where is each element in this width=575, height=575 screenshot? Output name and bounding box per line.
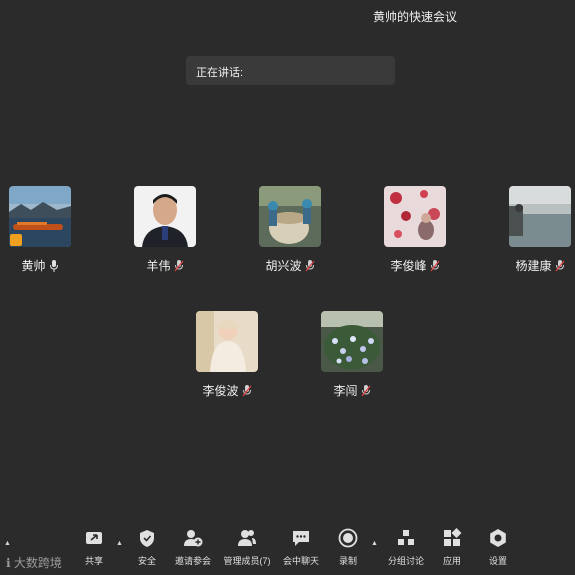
participant-tile[interactable]: 羊伟 bbox=[127, 186, 203, 274]
meeting-toolbar: ▲ 共享 ▲ 安全 邀请参会 管理成员(7) 会中聊天 录制 ▲ 分组讨论 应用… bbox=[0, 523, 575, 575]
avatar bbox=[196, 311, 258, 372]
manage-members-button[interactable]: 管理成员(7) bbox=[222, 527, 272, 567]
avatar bbox=[509, 186, 571, 247]
mic-muted-icon[interactable] bbox=[360, 384, 371, 397]
participant-name: 黄帅 bbox=[21, 259, 46, 273]
caret-up-icon[interactable]: ▲ bbox=[371, 540, 378, 547]
security-label: 安全 bbox=[137, 556, 156, 566]
caret-up-icon[interactable]: ▲ bbox=[116, 540, 123, 547]
breakout-label: 分组讨论 bbox=[387, 556, 424, 566]
watermark-logo-icon: ℹ bbox=[6, 556, 11, 570]
record-button[interactable]: 录制 bbox=[335, 527, 361, 567]
breakout-button[interactable]: 分组讨论 bbox=[387, 527, 425, 567]
mic-on-icon[interactable] bbox=[49, 259, 59, 272]
share-button[interactable]: 共享 bbox=[80, 527, 108, 567]
participant-tile[interactable]: 李俊峰 bbox=[377, 186, 453, 274]
chat-label: 会中聊天 bbox=[282, 556, 319, 566]
shield-icon bbox=[140, 530, 154, 547]
participant-tile[interactable]: 黄帅 bbox=[2, 186, 78, 274]
apps-label: 应用 bbox=[442, 556, 461, 566]
mic-muted-icon[interactable] bbox=[173, 259, 184, 272]
participant-tile[interactable]: 杨建康 bbox=[502, 186, 575, 274]
caret-up-icon[interactable]: ▲ bbox=[4, 540, 11, 547]
watermark-text: 大数跨境 bbox=[13, 556, 62, 570]
mic-muted-icon[interactable] bbox=[241, 384, 252, 397]
members-icon bbox=[238, 530, 256, 546]
add-user-icon bbox=[184, 530, 203, 547]
avatar bbox=[321, 311, 383, 372]
security-button[interactable]: 安全 bbox=[133, 527, 161, 567]
chat-icon bbox=[293, 531, 309, 546]
mic-muted-icon[interactable] bbox=[429, 259, 440, 272]
participant-tile[interactable]: 李俊波 bbox=[189, 311, 265, 399]
participant-tile[interactable]: 胡兴波 bbox=[252, 186, 328, 274]
meeting-title: 黄帅的快速会议 bbox=[372, 10, 457, 24]
record-icon bbox=[338, 528, 358, 548]
apps-icon bbox=[444, 528, 462, 546]
speaking-indicator: 正在讲话: bbox=[186, 56, 395, 85]
record-label: 录制 bbox=[338, 556, 357, 566]
settings-label: 设置 bbox=[488, 556, 507, 566]
participant-name: 李俊峰 bbox=[390, 259, 427, 273]
mic-muted-icon[interactable] bbox=[304, 259, 315, 272]
chat-button[interactable]: 会中聊天 bbox=[282, 527, 320, 567]
invite-button[interactable]: 邀请参会 bbox=[173, 527, 213, 567]
participant-name: 羊伟 bbox=[146, 259, 171, 273]
apps-button[interactable]: 应用 bbox=[440, 527, 464, 567]
share-icon bbox=[86, 532, 102, 544]
avatar bbox=[384, 186, 446, 247]
manage-members-label: 管理成员(7) bbox=[223, 556, 271, 566]
breakout-rooms-icon bbox=[398, 530, 414, 545]
watermark: ℹ 大数跨境 bbox=[6, 554, 62, 571]
host-badge-icon bbox=[10, 234, 22, 246]
invite-label: 邀请参会 bbox=[174, 556, 211, 566]
avatar bbox=[259, 186, 321, 247]
mic-muted-icon[interactable] bbox=[554, 259, 565, 272]
participant-name: 李俊波 bbox=[202, 384, 239, 398]
participant-name: 杨建康 bbox=[515, 259, 552, 273]
participant-name: 李闯 bbox=[333, 384, 358, 398]
avatar bbox=[9, 186, 71, 247]
avatar bbox=[134, 186, 196, 247]
gear-icon bbox=[490, 529, 506, 547]
participant-name: 胡兴波 bbox=[265, 259, 302, 273]
share-label: 共享 bbox=[84, 556, 103, 566]
participant-tile[interactable]: 李闯 bbox=[314, 311, 390, 399]
settings-button[interactable]: 设置 bbox=[486, 527, 510, 567]
